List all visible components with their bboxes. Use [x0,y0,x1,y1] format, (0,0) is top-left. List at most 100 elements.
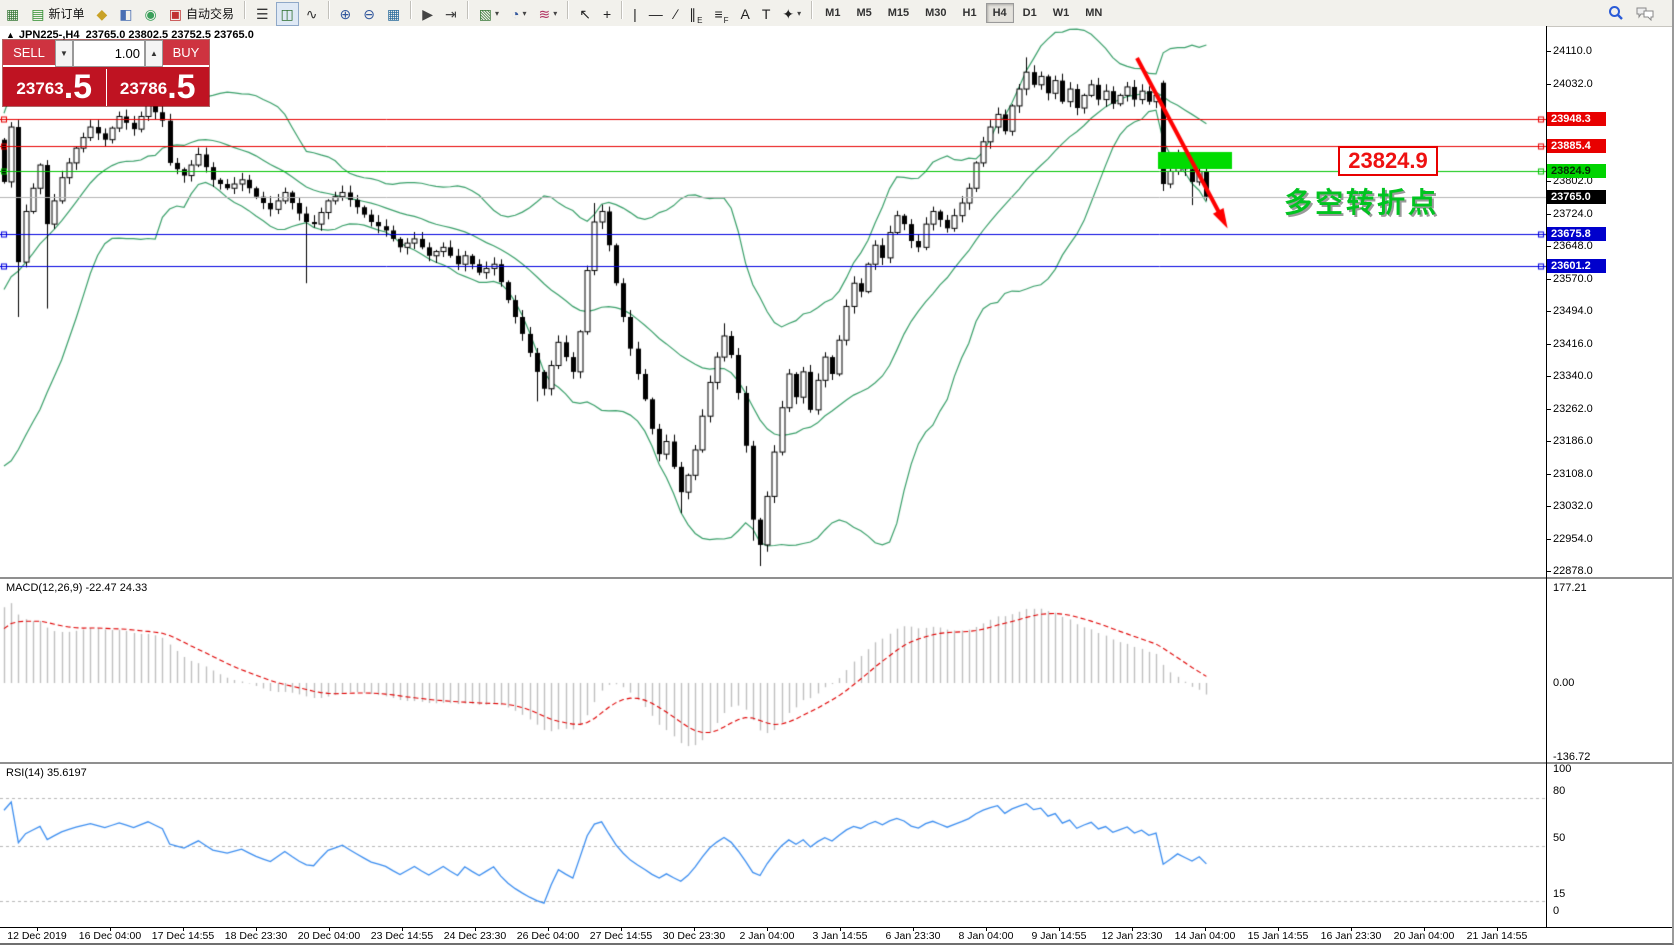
price-tick [1546,571,1551,572]
volume-decrease-button[interactable]: ▼ [55,40,73,67]
time-axis-tick [986,927,987,931]
crosshair-icon[interactable]: + [598,2,616,26]
time-axis-tick [767,927,768,931]
timeframe-button-h4[interactable]: H4 [986,3,1014,23]
price-tick [1546,539,1551,540]
chart-shift-icon[interactable]: ⇥ [440,2,462,26]
one-click-panel-toggle[interactable]: ▲ [6,30,15,40]
time-axis-tick [256,927,257,931]
vertical-line-icon[interactable]: | [628,2,642,26]
arrows-icon[interactable]: ✦▾ [777,2,806,26]
time-axis-line [0,927,1674,928]
price-tick [1546,51,1551,52]
time-axis-label: 3 Jan 14:55 [813,930,868,942]
time-axis-tick [694,927,695,931]
line-chart-icon[interactable]: ∿ [301,2,323,26]
price-tick-label: 24032.0 [1553,78,1593,90]
new-order-button[interactable]: ▤新订单 [26,2,89,26]
timeframe-button-m5[interactable]: M5 [849,3,878,23]
chat-icon[interactable] [1631,1,1659,25]
price-chart-pane[interactable] [0,26,1546,577]
sell-button[interactable]: SELL [3,40,55,67]
time-axis-tick [913,927,914,931]
price-tick [1546,474,1551,475]
price-tick [1546,409,1551,410]
timeframe-button-m15[interactable]: M15 [881,3,916,23]
time-axis-tick [621,927,622,931]
timeframe-button-d1[interactable]: D1 [1016,3,1044,23]
bar-chart-icon[interactable]: ☰ [251,2,274,26]
time-axis-label: 16 Jan 23:30 [1321,930,1382,942]
time-axis-label: 8 Jan 04:00 [959,930,1014,942]
trendline-icon[interactable]: ∕ [670,2,682,26]
equidistant-channel-icon[interactable]: ∥E [684,2,707,26]
indicators-icon[interactable]: ≋▾ [533,2,562,26]
price-callout-box[interactable]: 23824.9 [1338,146,1438,176]
time-axis-tick [1132,927,1133,931]
zoom-in-icon[interactable]: ⊕ [335,2,357,26]
price-tick [1546,84,1551,85]
timeframe-button-h1[interactable]: H1 [956,3,984,23]
terminal-icon[interactable]: ◧ [114,2,137,26]
price-level-tag: 23824.9 [1547,164,1606,178]
tile-windows-icon[interactable]: ▦ [382,2,405,26]
macd-tick-label: 177.21 [1553,582,1587,594]
time-axis-tick [548,927,549,931]
volume-input[interactable] [73,40,145,67]
time-axis-label: 30 Dec 23:30 [663,930,725,942]
cursor-icon[interactable]: ↖ [574,2,596,26]
time-axis-tick [1351,927,1352,931]
zoom-out-icon[interactable]: ⊖ [358,2,380,26]
sell-price[interactable]: 23763.5 [3,67,106,106]
rsi-pane[interactable] [0,764,1546,927]
time-axis-label: 21 Jan 14:55 [1467,930,1528,942]
toolbar: ▦▤新订单◆◧◉▣自动交易☰◫∿⊕⊖▦▶⇥▧▾◔▾≋▾↖+|—∕∥E≡FAT✦▾… [0,0,1674,27]
volume-increase-button[interactable]: ▲ [145,40,163,67]
timeframe-button-m1[interactable]: M1 [818,3,847,23]
rsi-tick-label: 50 [1553,832,1565,844]
periods-icon[interactable]: ◔▾ [506,2,531,26]
horizontal-line-icon[interactable]: — [644,2,668,26]
price-tick [1546,344,1551,345]
price-tick-label: 23186.0 [1553,435,1593,447]
time-axis-label: 20 Jan 04:00 [1394,930,1455,942]
search-icon[interactable] [1603,1,1629,25]
timeframe-button-m30[interactable]: M30 [918,3,953,23]
buy-button[interactable]: BUY [163,40,209,67]
fibonacci-icon[interactable]: ≡F [709,2,733,26]
label-icon[interactable]: T [757,2,776,26]
price-tick [1546,279,1551,280]
price-axis-border [1546,26,1547,927]
price-level-tag: 23765.0 [1547,190,1606,204]
auto-trading-button[interactable]: ▣自动交易 [164,2,239,26]
rsi-label: RSI(14) 35.6197 [6,767,87,779]
time-axis-label: 26 Dec 04:00 [517,930,579,942]
time-axis-label: 27 Dec 14:55 [590,930,652,942]
buy-price-fraction: .5 [167,70,195,104]
price-tick [1546,246,1551,247]
signals-icon[interactable]: ◉ [140,2,162,26]
macd-pane[interactable] [0,579,1546,762]
timeframe-button-mn[interactable]: MN [1078,3,1109,23]
market-watch-icon[interactable]: ◆ [91,2,112,26]
annotation-note: 多空转折点 [1284,181,1439,221]
auto-scroll-icon[interactable]: ▶ [417,2,438,26]
templates-icon[interactable]: ▧▾ [474,2,504,26]
price-tick-label: 23340.0 [1553,370,1593,382]
time-axis-tick [1205,927,1206,931]
price-level-tag: 23885.4 [1547,139,1606,153]
buy-price[interactable]: 23786.5 [107,67,210,106]
time-axis-label: 12 Dec 2019 [7,930,67,942]
rsi-tick-label: 80 [1553,785,1565,797]
macd-tick-label: -136.72 [1553,751,1590,763]
sell-price-fraction: .5 [64,70,92,104]
mt4-window: ▦▤新订单◆◧◉▣自动交易☰◫∿⊕⊖▦▶⇥▧▾◔▾≋▾↖+|—∕∥E≡FAT✦▾… [0,0,1674,945]
rsi-tick-label: 0 [1553,905,1559,917]
price-tick [1546,506,1551,507]
price-tick-label: 23416.0 [1553,338,1593,350]
candlestick-chart-icon[interactable]: ◫ [276,2,299,26]
app-icon[interactable]: ▦ [1,2,24,26]
time-axis-label: 12 Jan 23:30 [1102,930,1163,942]
timeframe-button-w1[interactable]: W1 [1046,3,1077,23]
text-icon[interactable]: A [736,2,755,26]
